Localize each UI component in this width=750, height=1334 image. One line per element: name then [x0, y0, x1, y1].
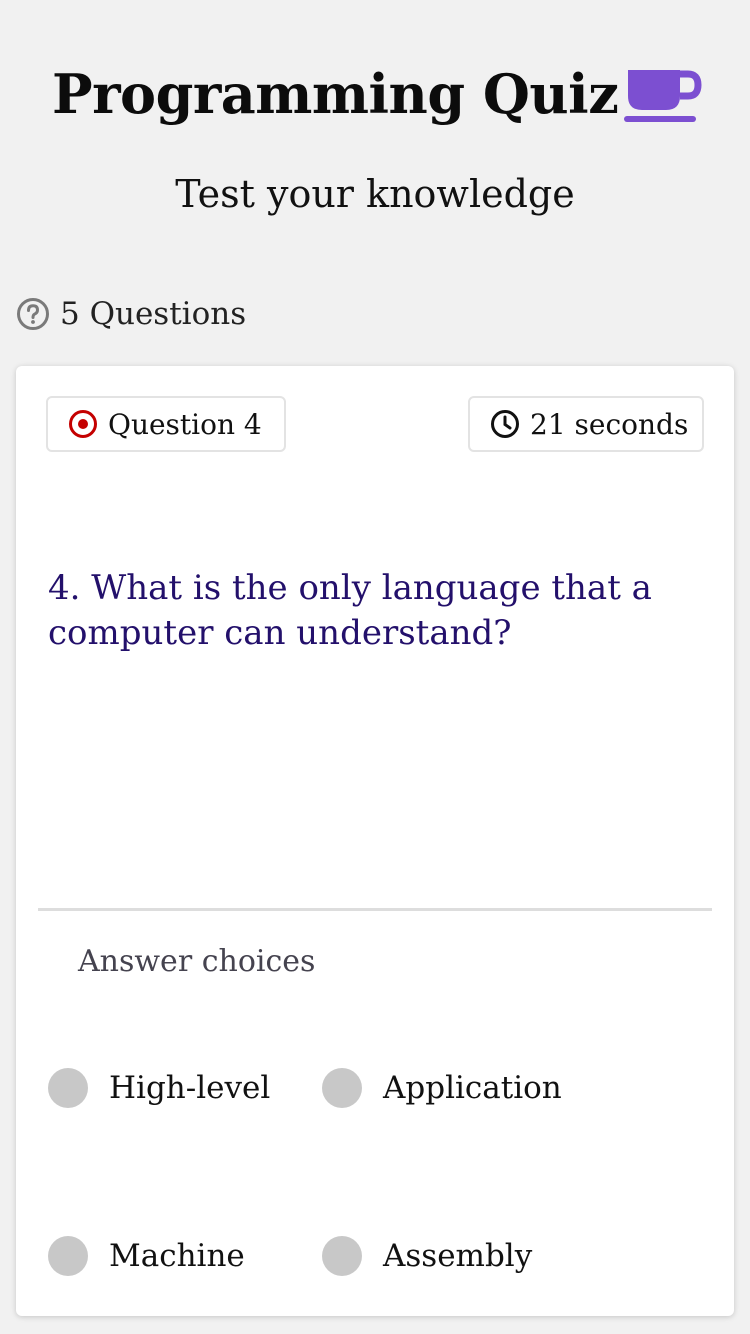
answer-choice-assembly[interactable]: Assembly — [322, 1234, 532, 1278]
coffee-cup-icon — [624, 70, 702, 122]
radio-button[interactable] — [322, 1068, 362, 1108]
question-number-label: Question 4 — [108, 407, 262, 441]
answer-choice-label: High-level — [109, 1070, 271, 1106]
question-count-label: 5 Questions — [60, 296, 247, 332]
help-circle-icon — [17, 298, 49, 330]
timer-label: 21 seconds — [530, 407, 689, 441]
answer-choices-heading: Answer choices — [78, 944, 316, 979]
question-number-chip: Question 4 — [46, 396, 286, 452]
target-icon — [69, 410, 97, 438]
question-text: 4. What is the only language that a comp… — [48, 568, 652, 653]
radio-button[interactable] — [48, 1236, 88, 1276]
answer-choice-application[interactable]: Application — [322, 1066, 562, 1110]
radio-button[interactable] — [322, 1236, 362, 1276]
clock-icon — [491, 410, 519, 438]
answer-choice-label: Machine — [109, 1238, 245, 1274]
answer-choice-high-level[interactable]: High-level — [48, 1066, 270, 1110]
timer-chip: 21 seconds — [468, 396, 704, 452]
answer-choice-label: Assembly — [383, 1238, 533, 1274]
answer-choice-machine[interactable]: Machine — [48, 1234, 245, 1278]
page-subtitle: Test your knowledge — [175, 172, 575, 216]
page-header: Programming Quiz — [0, 58, 750, 138]
answer-choice-label: Application — [383, 1070, 562, 1106]
quiz-card: Question 4 21 seconds 4. What is the onl… — [16, 366, 734, 1316]
card-divider — [38, 908, 712, 911]
question-count: 5 Questions — [16, 292, 246, 336]
radio-button[interactable] — [48, 1068, 88, 1108]
page-title: Programming Quiz — [52, 62, 619, 126]
